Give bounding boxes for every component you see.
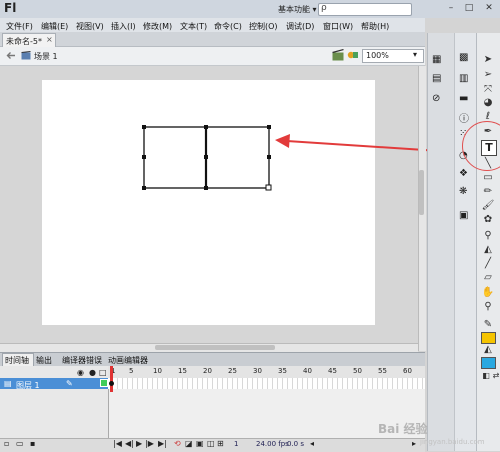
keyframe-dot[interactable] xyxy=(109,381,114,386)
brush-tool-icon[interactable]: 🖌 xyxy=(481,200,495,212)
frame-number: 10 xyxy=(153,367,162,375)
properties-icon[interactable]: ▥ xyxy=(459,73,468,84)
tab-motion-editor[interactable]: 动画编辑器 xyxy=(108,355,148,366)
stroke-color-swatch[interactable] xyxy=(481,332,496,344)
new-folder-icon[interactable]: ▭ xyxy=(16,439,24,448)
vertical-scroll-thumb[interactable] xyxy=(419,170,424,215)
color-panel-icon[interactable]: ▦ xyxy=(432,54,441,65)
tab-output[interactable]: 输出 xyxy=(36,355,52,366)
delete-icon[interactable]: ▪ xyxy=(30,439,35,448)
frame-number: 45 xyxy=(328,367,337,375)
motion-presets-icon[interactable]: ⊘ xyxy=(432,93,440,104)
frame-rate: 24.00 fps xyxy=(256,440,289,448)
subselection-tool-icon[interactable]: ➢ xyxy=(481,69,495,81)
last-frame-icon[interactable]: ▶| xyxy=(158,439,167,448)
frame-number: 30 xyxy=(253,367,262,375)
onion-outline-icon[interactable]: ▣ xyxy=(196,439,204,448)
transform-icon[interactable]: ▬ xyxy=(459,93,468,104)
default-colors-icon[interactable]: ⇄ xyxy=(489,370,500,382)
frame-number: 50 xyxy=(353,367,362,375)
resize-handle[interactable] xyxy=(265,184,272,191)
rectangle-tool-icon[interactable]: ▭ xyxy=(481,172,495,184)
layer-icon: ▤ xyxy=(4,379,12,388)
tab-timeline[interactable]: 时间轴 xyxy=(5,355,29,366)
onion-skin-icon[interactable]: ◪ xyxy=(185,439,193,448)
edit-multiple-frames-icon[interactable]: ◫ xyxy=(207,439,215,448)
playhead[interactable] xyxy=(110,366,113,392)
watermark: Bai 经验 xyxy=(378,422,428,436)
next-frame-icon[interactable]: |▶ xyxy=(145,439,154,448)
pencil-icon: ✎ xyxy=(66,379,73,388)
first-frame-icon[interactable]: |◀ xyxy=(113,439,122,448)
zoom-tool-icon[interactable]: ⚲ xyxy=(481,301,495,313)
pencil-tool-icon[interactable]: ✏ xyxy=(481,186,495,198)
layer-color-swatch[interactable] xyxy=(100,379,108,387)
frame-number: 25 xyxy=(228,367,237,375)
scene-panel-icon[interactable]: ❋ xyxy=(459,186,467,197)
scroll-left-icon[interactable]: ◂ xyxy=(310,439,314,448)
watermark-url: jingyan.baidu.com xyxy=(420,438,485,446)
rectangle-shape-right[interactable] xyxy=(204,126,270,189)
rectangle-shape-left[interactable] xyxy=(143,126,207,189)
free-transform-tool-icon[interactable]: ⤧ xyxy=(481,84,495,96)
library-icon[interactable]: ▤ xyxy=(432,73,441,84)
elapsed-time: 0.0 s xyxy=(287,440,305,448)
deco-tool-icon[interactable]: ✿ xyxy=(481,214,495,226)
loop-icon[interactable]: ⟲ xyxy=(174,439,181,448)
eyedropper-tool-icon[interactable]: ╱ xyxy=(481,258,495,270)
frame-number: 55 xyxy=(378,367,387,375)
layer-name: 图层 1 xyxy=(16,381,40,390)
frame-number: 35 xyxy=(278,367,287,375)
frame-numbers: 1 5 10 15 20 25 30 35 40 45 50 55 60 xyxy=(108,367,425,377)
scroll-right-icon[interactable]: ▸ xyxy=(412,439,416,448)
play-icon[interactable]: ▶ xyxy=(136,439,142,448)
prev-frame-icon[interactable]: ◀| xyxy=(125,439,134,448)
current-frame: 1 xyxy=(234,440,239,448)
info-icon[interactable]: ⓘ xyxy=(459,110,469,125)
fill-color-icon[interactable]: ◭ xyxy=(481,344,495,356)
lock-icon[interactable]: ● xyxy=(89,368,96,377)
frame-number: 60 xyxy=(403,367,412,375)
horizontal-scroll-thumb[interactable] xyxy=(155,345,275,350)
eraser-tool-icon[interactable]: ▱ xyxy=(481,272,495,284)
hand-tool-icon[interactable]: ✋ xyxy=(481,287,495,299)
frame-number: 5 xyxy=(129,367,134,375)
eye-icon[interactable]: ◉ xyxy=(77,368,84,377)
frame-number: 20 xyxy=(203,367,212,375)
tab-compiler-errors[interactable]: 编译器错误 xyxy=(62,355,102,366)
components-icon[interactable]: ❖ xyxy=(459,168,468,179)
selection-tool-icon[interactable]: ➤ xyxy=(481,54,495,66)
frame-number: 40 xyxy=(303,367,312,375)
bone-tool-icon[interactable]: ⚲ xyxy=(481,230,495,242)
paint-bucket-tool-icon[interactable]: ◭ xyxy=(481,244,495,256)
onion-markers-icon[interactable]: ⊞ xyxy=(217,439,224,448)
new-layer-icon[interactable]: ▫ xyxy=(4,439,9,448)
strings-icon[interactable]: ▣ xyxy=(459,210,468,221)
3d-rotation-tool-icon[interactable]: ◕ xyxy=(481,97,495,109)
stroke-color-icon[interactable]: ✎ xyxy=(481,319,495,331)
fill-color-swatch[interactable] xyxy=(481,357,496,369)
outline-icon[interactable]: □ xyxy=(99,368,107,377)
frame-number: 15 xyxy=(178,367,187,375)
align-icon[interactable]: ▩ xyxy=(459,52,468,63)
frame-row[interactable] xyxy=(108,378,425,389)
